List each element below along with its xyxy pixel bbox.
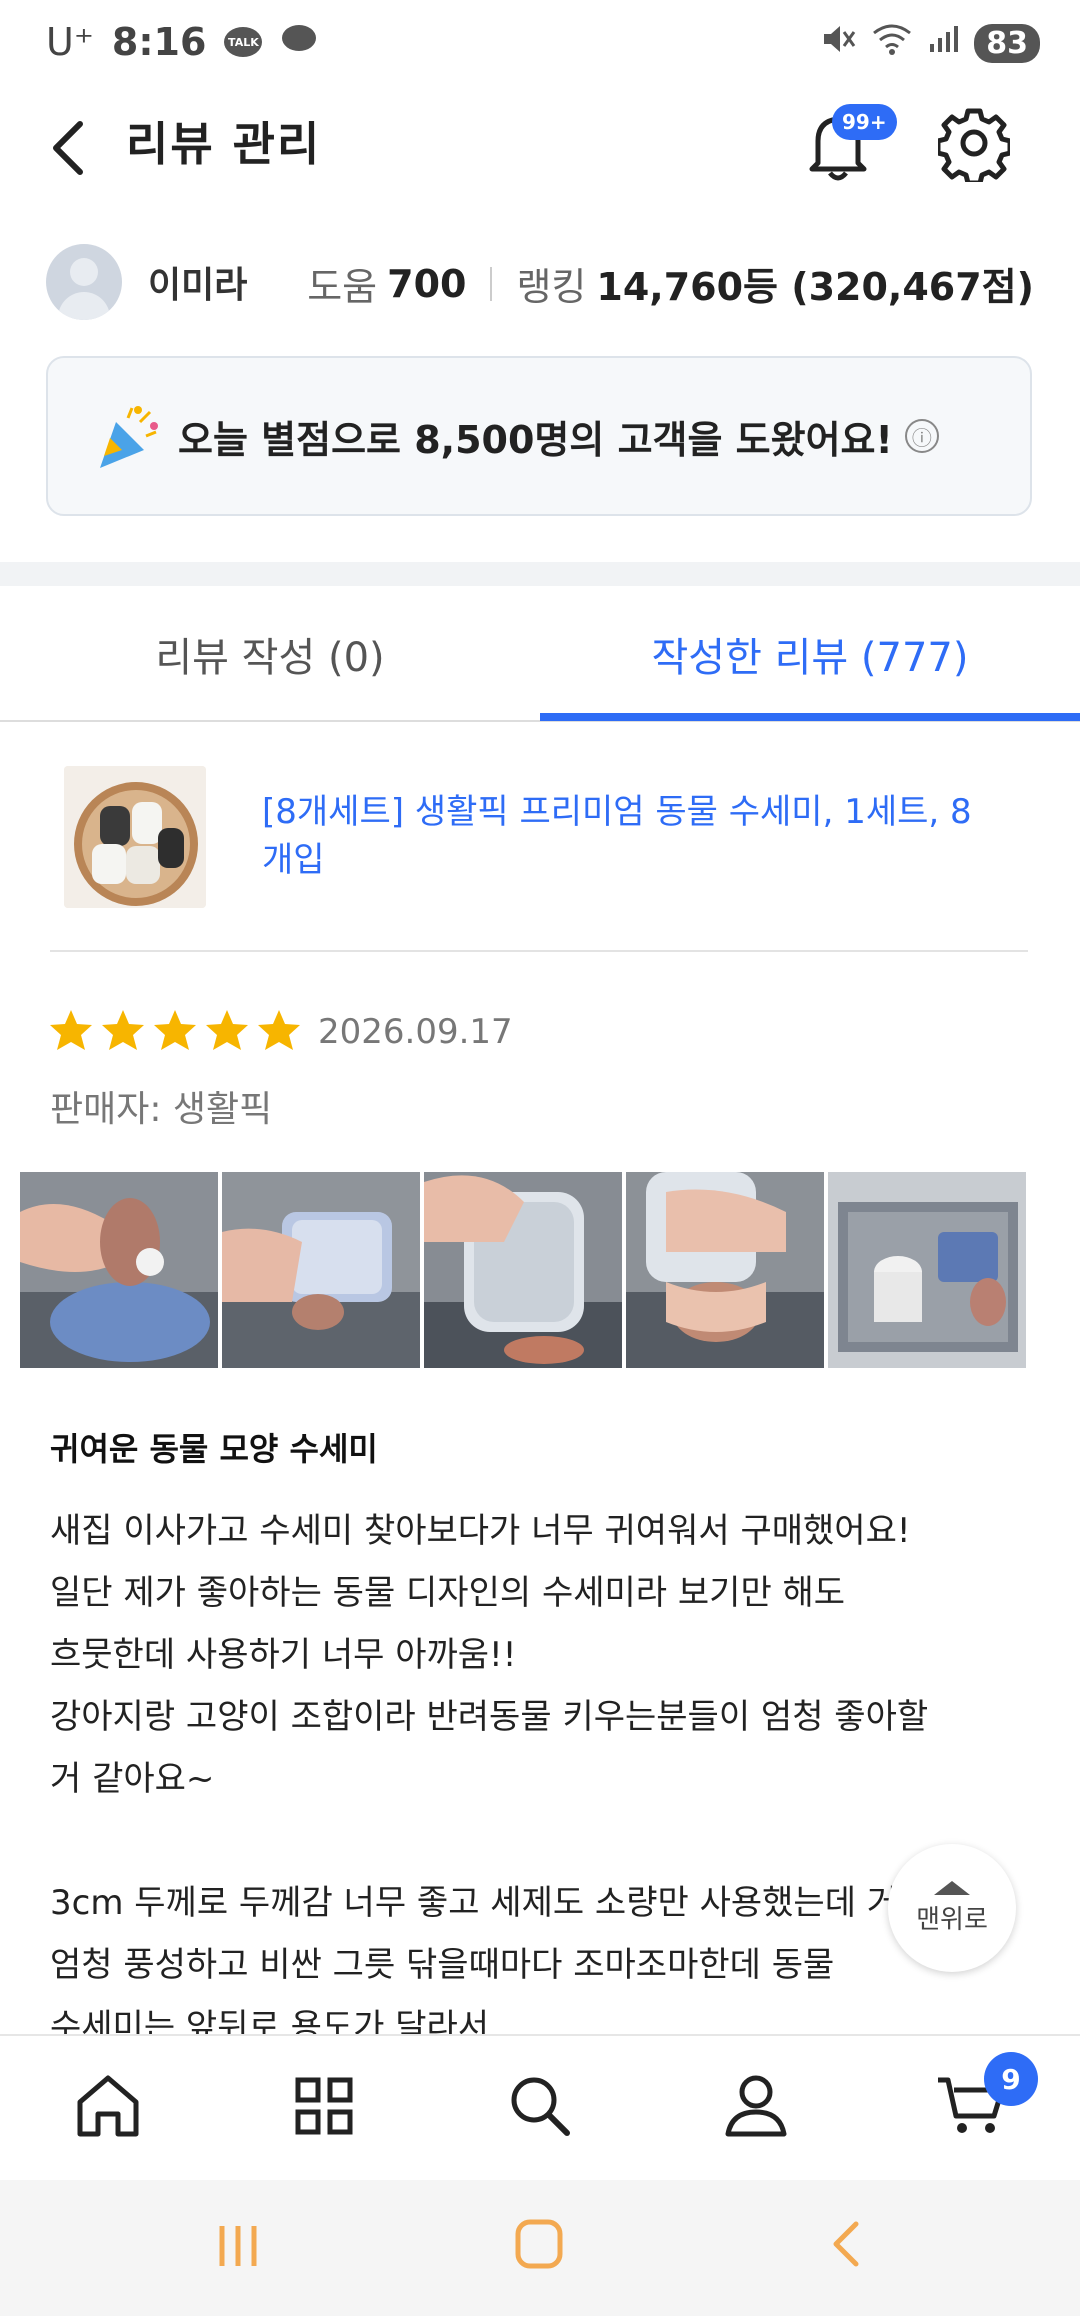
section-divider (0, 562, 1080, 586)
recent-apps-icon (219, 2226, 257, 2266)
help-count: 700 (387, 261, 467, 306)
helped-banner: 오늘 별점으로 8,500명의 고객을 도왔어요! ⓘ (46, 356, 1032, 516)
grid-icon (295, 2077, 353, 2135)
person-icon (725, 2075, 787, 2137)
chevron-left-icon (53, 121, 83, 175)
back-arrow-icon (833, 2221, 859, 2267)
help-label: 도움 (307, 265, 378, 309)
settings-button[interactable] (935, 104, 1013, 186)
profile-name: 이미라 (148, 265, 248, 306)
carrier-label: U⁺ (46, 20, 94, 64)
review-title: 귀여운 동물 모양 수세미 (50, 1430, 378, 1468)
battery-indicator: 83 (974, 23, 1040, 63)
back-button[interactable] (44, 110, 94, 180)
wifi-icon (872, 23, 912, 63)
review-photo[interactable] (424, 1172, 622, 1368)
profile-stats: 도움 700 랭킹 14,760등 (320,467점) (307, 256, 1034, 311)
nav-home[interactable] (66, 2064, 150, 2148)
page-title: 리뷰 관리 (126, 117, 322, 171)
cart-badge: 9 (984, 2052, 1038, 2106)
chat-icon (280, 20, 318, 64)
scroll-top-button[interactable]: 맨위로 (888, 1844, 1016, 1972)
back-system-button[interactable] (826, 2218, 866, 2274)
home-square-icon (515, 2219, 563, 2269)
divider (50, 950, 1028, 952)
review-photo[interactable] (20, 1172, 218, 1368)
party-popper-icon (100, 406, 158, 468)
active-tab-indicator (540, 713, 1080, 721)
star-icon (50, 1010, 92, 1050)
star-rating (48, 1008, 302, 1052)
review-photo[interactable] (828, 1172, 1026, 1368)
review-date: 2026.09.17 (318, 1012, 513, 1052)
tab-write-review[interactable]: 리뷰 작성 (0) (0, 586, 540, 722)
review-photos (20, 1172, 1026, 1368)
gear-icon (935, 108, 1013, 186)
notification-badge: 99+ (832, 104, 897, 140)
star-icon (154, 1010, 196, 1050)
nav-search[interactable] (498, 2064, 582, 2148)
stats-divider (490, 266, 493, 301)
nav-my-page[interactable] (714, 2064, 798, 2148)
status-right: 83 (820, 22, 1040, 64)
info-icon[interactable]: ⓘ (904, 419, 939, 453)
review-body: 새집 이사가고 수세미 찾아보다가 너무 귀여워서 구매했어요! 일단 제가 좋… (50, 1511, 961, 2047)
seller-label: 판매자: 생활픽 (50, 1089, 273, 1130)
star-icon (258, 1010, 300, 1050)
status-time: 8:16 (111, 20, 207, 64)
review-photo[interactable] (222, 1172, 420, 1368)
rank-label: 랭킹 (516, 265, 587, 309)
nav-categories[interactable] (282, 2064, 366, 2148)
home-icon (77, 2075, 139, 2137)
signal-icon (928, 24, 959, 62)
product-thumbnail[interactable] (64, 766, 206, 908)
tab-written-reviews[interactable]: 작성한 리뷰 (777) (540, 586, 1080, 722)
mute-icon (820, 22, 856, 64)
status-left: U⁺ 8:16 TALK (46, 20, 318, 64)
star-icon (102, 1010, 144, 1050)
scroll-top-label: 맨위로 (916, 1904, 988, 1935)
avatar (46, 244, 122, 320)
helped-text: 오늘 별점으로 8,500명의 고객을 도왔어요! (178, 417, 893, 462)
search-icon (511, 2077, 570, 2136)
recent-apps-button[interactable] (214, 2220, 262, 2276)
product-name[interactable]: [8개세트] 생활픽 프리미엄 동물 수세미, 1세트, 8개입 (262, 788, 982, 884)
arrow-up-icon (934, 1880, 970, 1895)
star-icon (206, 1010, 248, 1050)
review-photo[interactable] (626, 1172, 824, 1368)
rank-value: 14,760등 (320,467점) (596, 265, 1034, 309)
kakaotalk-icon: TALK (224, 27, 263, 57)
home-system-button[interactable] (514, 2218, 564, 2274)
